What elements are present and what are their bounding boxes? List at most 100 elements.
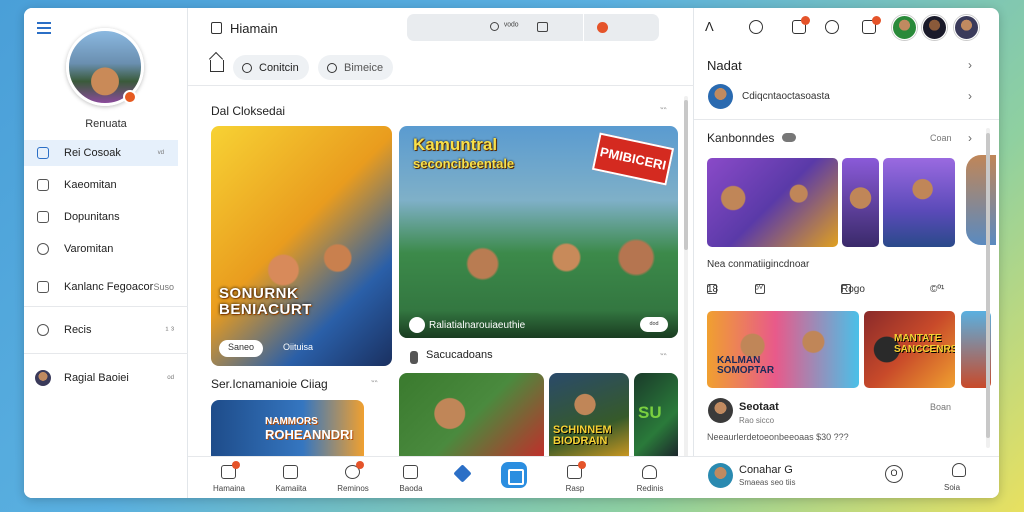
grid-icon — [37, 147, 49, 159]
sidebar-item-home[interactable]: Rei Cosoak ᵛᵈ — [24, 140, 178, 166]
create-button[interactable] — [501, 462, 527, 488]
section-more[interactable]: ‶‶ — [660, 352, 667, 363]
notification-badge — [356, 461, 364, 469]
card-banner: PMIBICERI — [591, 132, 675, 186]
footer-action-button[interactable]: O — [885, 465, 903, 483]
divider — [694, 119, 999, 120]
diamond-icon[interactable] — [825, 20, 839, 34]
sidebar-item-user[interactable]: Ragial Baoiei ᵒᵈ — [24, 365, 188, 391]
tab-label: Conitcin — [259, 61, 299, 74]
video-card[interactable]: SU — [634, 373, 678, 463]
card-more-button[interactable]: ᵈᵒᵈ — [640, 317, 668, 332]
nav-label: Hamaina — [212, 484, 245, 493]
profile-icon[interactable] — [952, 463, 966, 477]
thumbnail-card[interactable] — [707, 158, 838, 247]
feed: Dal Cloksedai ‶‶ SONURNK BENIACURT Saneo … — [188, 88, 694, 463]
search-icon — [242, 62, 252, 73]
nav-item-5[interactable]: Rasp — [545, 457, 605, 498]
tab-content[interactable]: Conitcin — [233, 55, 309, 80]
post-more[interactable]: Boan — [930, 402, 951, 412]
record-icon[interactable] — [597, 22, 608, 33]
card-caption: Raliatialnarouiaeuthie — [429, 320, 526, 331]
channel-avatar[interactable] — [708, 84, 733, 109]
sidebar-item-5[interactable]: Kanlanc Fegoacor Suso — [24, 274, 188, 300]
poster-name[interactable]: Seotaat — [739, 401, 779, 413]
poster-avatar[interactable] — [708, 398, 733, 423]
right-panel: Λ Nadat › Cdiqcntaoctasoasta › Kanbonnde… — [694, 8, 999, 498]
subsection-title: Sacucadoans — [426, 349, 493, 361]
post-text: Neeaurlerdetoeonbeeoaas $30 ??? — [707, 432, 849, 442]
section-more[interactable]: Coan — [930, 133, 952, 143]
video-card[interactable]: NAMMORS ROHEANNDRI — [211, 400, 364, 463]
right-toolbar: Λ — [694, 8, 999, 48]
footer-user-label: Soia — [944, 483, 961, 492]
scrollbar-thumb[interactable] — [986, 133, 990, 438]
chevron-up-icon[interactable]: Λ — [705, 20, 719, 34]
box-icon — [37, 179, 49, 191]
scrollbar-thumb[interactable] — [684, 100, 688, 250]
user-avatar — [35, 370, 51, 386]
sidebar-item-6[interactable]: Recis ¹ ³ — [24, 317, 188, 343]
page-title: Hiamain — [230, 21, 278, 36]
section-more[interactable]: ‶‶ — [660, 106, 667, 117]
poster-subtitle: Rao sicco — [739, 416, 775, 425]
feature-card[interactable]: SONURNK BENIACURT Saneo Oiituisa — [211, 126, 392, 366]
thumbnail-card[interactable]: KALMAN SOMOPTAR — [707, 311, 859, 388]
nav-item-6[interactable]: Redinis — [620, 457, 680, 498]
calendar-icon[interactable] — [537, 22, 548, 32]
hero-card[interactable]: Kamuntral seconcibeentale PMIBICERI Ralia… — [399, 126, 678, 338]
video-card[interactable]: SCHINNEM BIODRAIN — [549, 373, 629, 463]
section-title: Dal Cloksedai — [211, 104, 286, 118]
divider — [24, 353, 188, 354]
search-icon[interactable] — [749, 20, 763, 34]
sidebar-item-aux: ¹ ³ — [165, 325, 175, 335]
sidebar-item-2[interactable]: Kaeomitan — [24, 172, 188, 198]
thumbnail-card[interactable] — [842, 158, 879, 247]
nav-item-4[interactable]: Baoda — [381, 457, 441, 498]
heart-icon[interactable] — [453, 464, 472, 483]
video-card[interactable] — [399, 373, 544, 463]
nav-item-3[interactable]: Reminos — [323, 457, 383, 498]
hamburger-menu-icon[interactable] — [37, 22, 51, 34]
nav-item-2[interactable]: Kamaiita — [261, 457, 321, 498]
tab-browse[interactable]: Bimeice — [318, 55, 394, 80]
sidebar-item-aux: Suso — [153, 282, 174, 292]
chevron-right-icon[interactable]: › — [968, 89, 972, 103]
thumbnail-card[interactable]: MANTATE SANCCENRS — [864, 311, 955, 388]
search-icon — [490, 22, 499, 31]
sidebar-item-label: Kanlanc Fegoacor — [64, 281, 154, 293]
section-title: Kanbonndes — [707, 131, 775, 145]
user-avatar[interactable] — [892, 15, 917, 40]
search-bar[interactable]: ᵛᵒᵈᵒ — [407, 14, 659, 41]
stats-row: 18 ᵒⱽ Rogo ©º¹ — [707, 284, 945, 295]
sidebar-item-label: Kaeomitan — [64, 179, 117, 191]
notification-badge — [232, 461, 240, 469]
sidebar-item-aux: ᵒᵈ — [167, 373, 174, 383]
toggle-switch[interactable] — [782, 133, 796, 142]
card-pill-button[interactable]: Saneo — [219, 340, 264, 357]
notification-badge — [872, 16, 881, 25]
play-icon[interactable] — [409, 317, 425, 333]
chevron-right-icon[interactable]: › — [968, 58, 972, 72]
chat-icon — [283, 465, 298, 479]
tab-bar: Conitcin Bimeice — [188, 50, 694, 86]
section-more[interactable]: ‶‶ — [371, 379, 378, 390]
channel-name[interactable]: Cdiqcntaoctasoasta — [742, 91, 830, 102]
sidebar-item-4[interactable]: Varomitan — [24, 236, 188, 262]
thumbnail-card[interactable] — [966, 155, 996, 245]
nav-label: Baoda — [399, 484, 423, 493]
search-divider — [583, 14, 584, 41]
user-avatar[interactable] — [922, 15, 947, 40]
nav-home[interactable]: Hamaina — [199, 457, 259, 498]
panel-header: Nadat — [707, 58, 742, 73]
bottom-nav: Hamaina Kamaiita Reminos Baoda Rasp Redi… — [188, 456, 694, 498]
home-icon[interactable] — [210, 60, 224, 72]
divider — [24, 306, 188, 307]
chevron-right-icon[interactable]: › — [968, 131, 972, 145]
sidebar-item-3[interactable]: Dopunitans — [24, 204, 188, 230]
user-avatar[interactable] — [708, 463, 733, 488]
footer-name: Conahar G — [739, 464, 793, 476]
thumbnail-card[interactable] — [883, 158, 955, 247]
user-avatar[interactable] — [954, 15, 979, 40]
card-title: MANTATE SANCCENRS — [894, 333, 955, 355]
